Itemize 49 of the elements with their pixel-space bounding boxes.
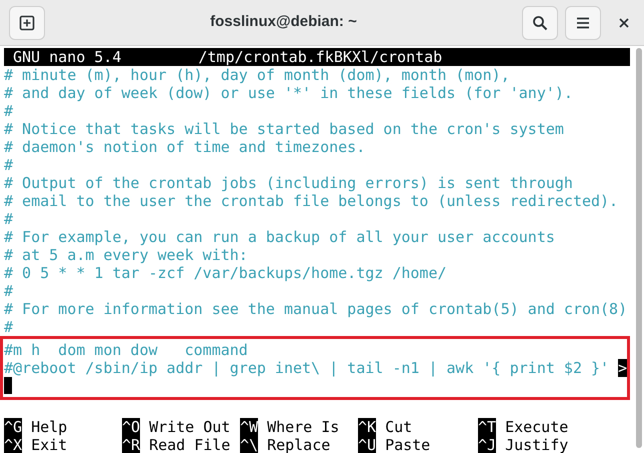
window-title: fosslinux@debian: ~: [210, 12, 357, 32]
shortcut-key: ^K: [358, 418, 376, 436]
shortcut-key: ^X: [4, 436, 22, 453]
shortcut-label: Where Is: [267, 418, 340, 436]
close-icon[interactable]: [619, 18, 629, 28]
new-tab-button[interactable]: [9, 6, 45, 40]
menu-icon: [576, 16, 590, 28]
editor-version: GNU nano 5.4: [13, 48, 122, 66]
new-tab-icon: [19, 14, 35, 30]
code-line: # For more information see the manual pages of crontab(5) and cron(8): [4, 300, 628, 318]
shortcut-key: ^O: [122, 418, 140, 436]
shortcut-label: Help: [31, 418, 68, 436]
code-line: # For example, you can run a backup of all your user accounts: [4, 228, 555, 246]
code-line: #: [4, 282, 14, 300]
shortcut-label: Paste: [385, 436, 430, 453]
code-line: # Output of the crontab jobs (including errors) is sent through: [4, 174, 573, 192]
shortcut-key: ^J: [478, 436, 496, 453]
file-path: /tmp/crontab.fkBKXl/crontab: [198, 48, 442, 66]
shortcut-key: ^\: [240, 436, 258, 453]
code-line: # at 5 a.m every week with:: [4, 246, 248, 264]
code-line: # daemon's notion of time and timezones.: [4, 138, 366, 156]
overflow-marker: >: [618, 359, 628, 377]
shortcut-key: ^U: [358, 436, 376, 453]
code-line: #: [4, 102, 14, 120]
scrollbar[interactable]: [636, 48, 642, 448]
code-line: # email to the user the crontab file belongs to (unless redirected).: [4, 192, 618, 210]
shortcut-label: Read File: [149, 436, 230, 453]
shortcut-label: Execute: [505, 418, 568, 436]
code-line: # 0 5 * * 1 tar -zcf /var/backups/home.tgz /home/: [4, 264, 447, 282]
search-icon: [532, 14, 548, 30]
code-line: #m h dom mon dow command: [4, 341, 248, 359]
code-line: # and day of week (dow) or use '*' in these fields (for 'any').: [4, 84, 573, 102]
shortcut-label: Justify: [505, 436, 568, 453]
code-line: # minute (m), hour (h), day of month (dom), month (mon),: [4, 66, 510, 84]
shortcut-label: Exit: [31, 436, 68, 453]
code-line: #: [4, 210, 14, 228]
shortcut-key: ^T: [478, 418, 496, 436]
shortcut-key: ^W: [240, 418, 258, 436]
shortcut-key: ^R: [122, 436, 140, 453]
search-button[interactable]: [522, 6, 558, 40]
menu-button[interactable]: [565, 6, 601, 40]
code-line: #: [4, 156, 14, 174]
code-line: #@reboot /sbin/ip addr | grep inet\ | tail -n1 | awk '{ print $2 }': [4, 359, 610, 377]
shortcut-label: Write Out: [149, 418, 230, 436]
shortcut-label: Replace: [267, 436, 330, 453]
code-line: # Notice that tasks will be started based on the cron's system: [4, 120, 564, 138]
shortcut-key: ^G: [4, 418, 22, 436]
code-line: #: [4, 318, 14, 336]
shortcut-label: Cut: [385, 418, 412, 436]
